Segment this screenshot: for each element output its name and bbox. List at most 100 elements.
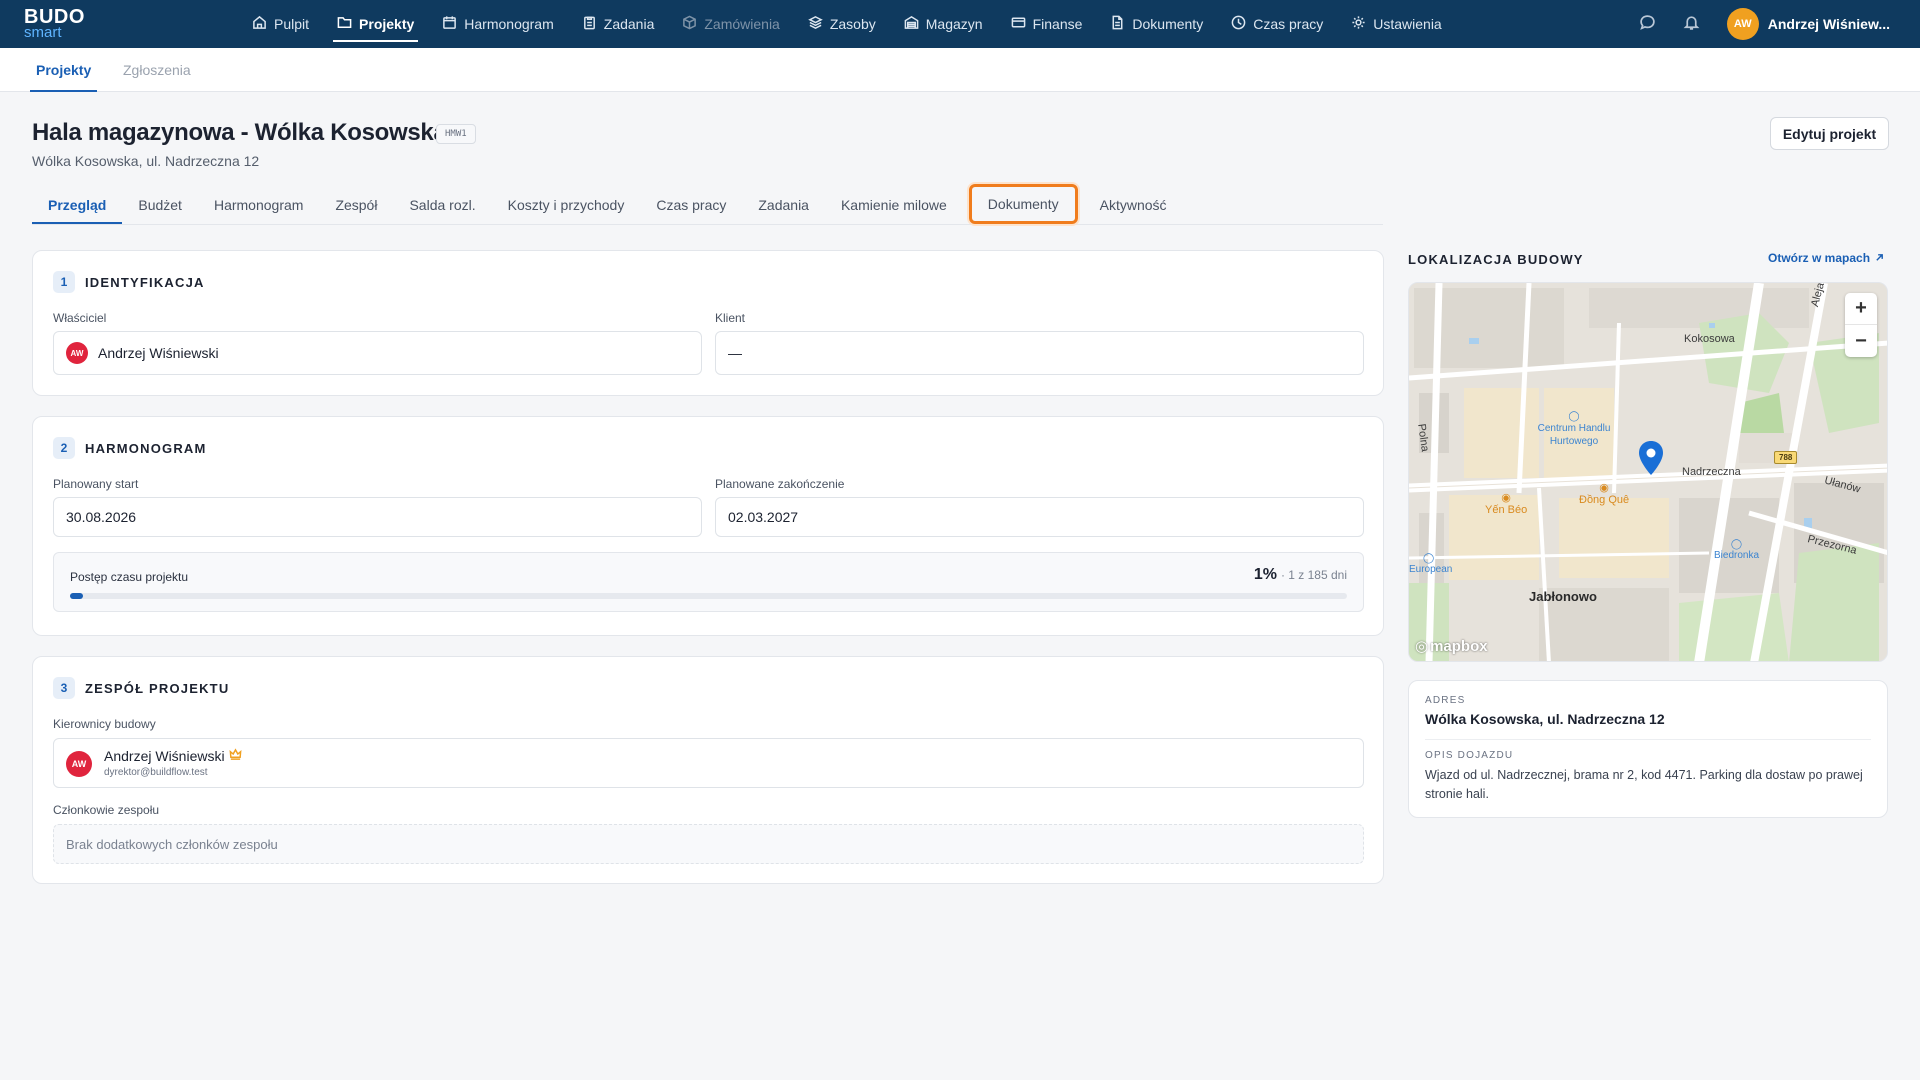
tab-zadania[interactable]: Zadania — [742, 186, 825, 224]
owner-name: Andrzej Wiśniewski — [98, 345, 219, 361]
section-number: 3 — [53, 677, 75, 699]
owner-field[interactable]: AW Andrzej Wiśniewski — [53, 331, 702, 375]
avatar: AW — [66, 751, 92, 777]
map-label-nadrzeczna: Nadrzeczna — [1682, 466, 1741, 478]
start-date-field[interactable]: 30.08.2026 — [53, 497, 702, 537]
open-in-maps-link[interactable]: Otwórz w mapach — [1768, 251, 1884, 265]
nav-item-label: Zamówienia — [704, 16, 780, 32]
team-card: 3 ZESPÓŁ PROJEKTU Kierownicy budowy AW A… — [32, 656, 1384, 884]
client-field[interactable]: — — [715, 331, 1364, 375]
members-empty-state: Brak dodatkowych członków zespołu — [53, 824, 1364, 864]
section-title: IDENTYFIKACJA — [85, 274, 205, 290]
progress-track — [70, 593, 1347, 599]
mapbox-logo[interactable]: ◎ mapbox — [1415, 637, 1488, 656]
tab-przeglad[interactable]: Przegląd — [32, 186, 123, 224]
nav-item-dokumenty[interactable]: Dokumenty — [1096, 0, 1217, 48]
map-pin-icon: ◯ — [1423, 553, 1435, 564]
calendar-icon — [442, 15, 457, 33]
chat-icon[interactable] — [1639, 14, 1659, 34]
manager-email: dyrektor@buildflow.test — [104, 767, 208, 778]
zoom-in-button[interactable]: + — [1845, 293, 1877, 325]
tab-dokumenty[interactable]: Dokumenty — [968, 184, 1078, 224]
identification-card: 1 IDENTYFIKACJA Właściciel AW Andrzej Wi… — [32, 250, 1384, 396]
tab-aktywnosc[interactable]: Aktywność — [1084, 186, 1183, 224]
map-poi-european: ◯ European — [1409, 553, 1452, 575]
map-poi-dong-que-label: Đồng Quê — [1579, 494, 1630, 506]
folder-icon — [337, 15, 352, 33]
logo-bottom: smart — [24, 24, 62, 41]
end-date-field[interactable]: 02.03.2027 — [715, 497, 1364, 537]
tab-koszty-i-przychody[interactable]: Koszty i przychody — [492, 186, 641, 224]
nav-item-label: Magazyn — [925, 16, 983, 32]
nav-item-zadania[interactable]: Zadania — [568, 0, 669, 48]
nav-item-projekty[interactable]: Projekty — [323, 0, 428, 48]
nav-item-label: Harmonogram — [464, 16, 554, 32]
map-poi-yen-beo-label: Yến Béo — [1485, 504, 1528, 516]
divider — [1425, 739, 1871, 740]
nav-item-zamowienia[interactable]: Zamówienia — [668, 0, 793, 48]
external-link-icon — [1875, 251, 1884, 265]
bell-icon[interactable] — [1683, 14, 1703, 34]
address-label: ADRES — [1425, 695, 1466, 706]
avatar: AW — [1726, 8, 1759, 40]
nav-item-magazyn[interactable]: Magazyn — [890, 0, 997, 48]
map-label-jablonowo: Jabłonowo — [1529, 589, 1597, 604]
map-poi-biedronka-label: Biedronka — [1714, 550, 1760, 561]
main-nav: Pulpit Projekty Harmonogram Zadania Zamó… — [238, 0, 1456, 48]
nav-item-pulpit[interactable]: Pulpit — [238, 0, 323, 48]
tab-budzet[interactable]: Budżet — [122, 186, 198, 224]
address-card: ADRES Wólka Kosowska, ul. Nadrzeczna 12 … — [1408, 680, 1888, 818]
nav-item-ustawienia[interactable]: Ustawienia — [1337, 0, 1455, 48]
nav-item-czas-pracy[interactable]: Czas pracy — [1217, 0, 1337, 48]
project-tabs: Przegląd Budżet Harmonogram Zespół Salda… — [32, 184, 1183, 224]
site-map[interactable]: + − Kokosowa Aleja Kra Polna ◯ Centrum H… — [1408, 282, 1888, 662]
end-label: Planowane zakończenie — [715, 477, 845, 491]
restaurant-icon: ◉ — [1599, 482, 1609, 494]
open-maps-label: Otwórz w mapach — [1768, 251, 1871, 265]
document-icon — [1110, 15, 1125, 33]
home-icon — [252, 15, 267, 33]
zoom-out-button[interactable]: − — [1845, 325, 1877, 357]
progress-value: 1% · 1 z 185 dni — [1254, 566, 1347, 584]
nav-item-finanse[interactable]: Finanse — [997, 0, 1097, 48]
nav-item-zasoby[interactable]: Zasoby — [794, 0, 890, 48]
tab-kamienie-milowe[interactable]: Kamienie milowe — [825, 186, 963, 224]
avatar: AW — [66, 342, 88, 364]
crown-icon — [229, 748, 242, 764]
sub-navbar: Projekty Zgłoszenia — [0, 48, 1920, 92]
map-label-kokosowa: Kokosowa — [1684, 333, 1735, 345]
top-navbar: BUDO smart Pulpit Projekty Harmonogram Z… — [0, 0, 1920, 48]
user-name: Andrzej Wiśniew... — [1767, 16, 1890, 32]
location-pin-icon — [1637, 440, 1665, 476]
section-number: 2 — [53, 437, 75, 459]
clipboard-icon — [582, 15, 597, 33]
app-logo[interactable]: BUDO smart — [24, 7, 84, 41]
nav-right: AW Andrzej Wiśniew... — [1639, 0, 1920, 48]
manager-row[interactable]: AW Andrzej Wiśniewski dyrektor@buildflow… — [53, 738, 1364, 788]
address-value: Wólka Kosowska, ul. Nadrzeczna 12 — [1425, 711, 1665, 727]
nav-item-label: Czas pracy — [1253, 16, 1324, 32]
directions-value: Wjazd od ul. Nadrzecznej, brama nr 2, ko… — [1425, 768, 1863, 801]
directions-label: OPIS DOJAZDU — [1425, 750, 1514, 761]
tab-zespol[interactable]: Zespół — [319, 186, 393, 224]
map-pin-icon: ◯ — [1730, 539, 1743, 550]
subtab-projekty[interactable]: Projekty — [29, 48, 98, 92]
nav-item-harmonogram[interactable]: Harmonogram — [428, 0, 567, 48]
subtab-zgloszenia[interactable]: Zgłoszenia — [123, 48, 191, 92]
location-title: LOKALIZACJA BUDOWY — [1408, 252, 1584, 267]
section-header: 1 IDENTYFIKACJA — [53, 271, 205, 293]
zoom-controls: + − — [1845, 293, 1877, 357]
map-poi-yen-beo: ◉ Yến Béo — [1485, 491, 1527, 516]
user-menu[interactable]: AW Andrzej Wiśniew... — [1726, 8, 1890, 40]
gear-icon — [1351, 15, 1366, 33]
warehouse-icon — [904, 15, 919, 33]
tab-czas-pracy[interactable]: Czas pracy — [640, 186, 742, 224]
tab-salda-rozl[interactable]: Salda rozl. — [393, 186, 491, 224]
page-title: Hala magazynowa - Wólka Kosowska — [32, 119, 447, 146]
map-poi-biedronka: ◯ Biedronka — [1714, 539, 1759, 561]
tab-harmonogram[interactable]: Harmonogram — [198, 186, 319, 224]
map-poi-european-label: European — [1409, 564, 1453, 575]
project-address: Wólka Kosowska, ul. Nadrzeczna 12 — [32, 153, 260, 169]
nav-item-label: Finanse — [1032, 16, 1083, 32]
edit-project-button[interactable]: Edytuj projekt — [1770, 117, 1889, 150]
